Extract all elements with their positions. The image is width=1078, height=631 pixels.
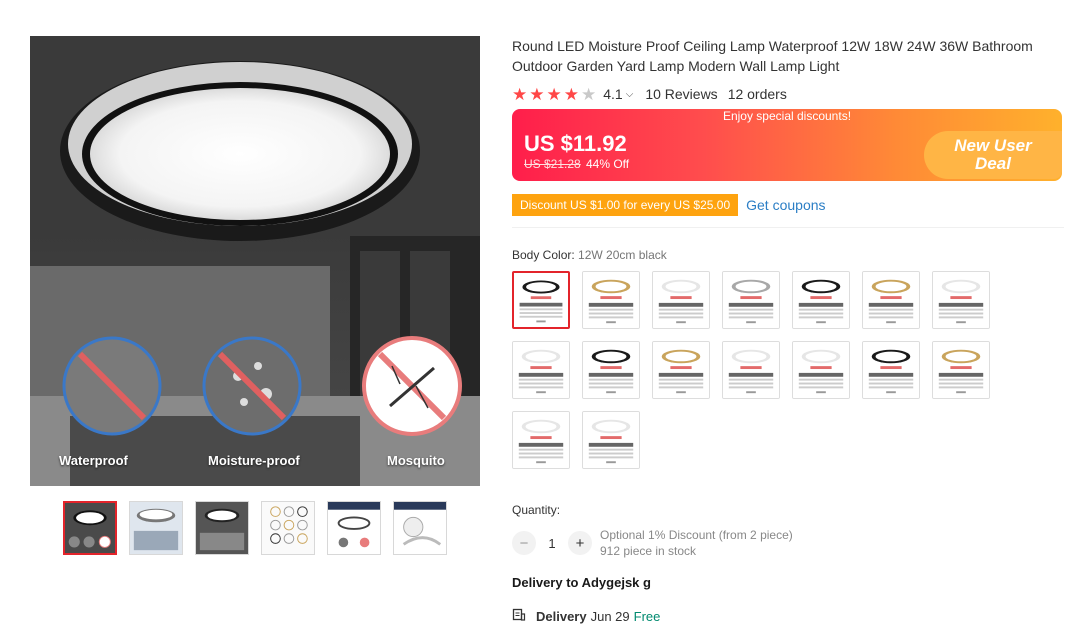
original-price: US $21.28 <box>524 157 581 171</box>
price-banner: Enjoy special discounts! US $11.92 US $2… <box>512 109 1062 181</box>
thumbnail-4[interactable] <box>261 501 315 555</box>
color-swatch[interactable] <box>512 271 570 329</box>
thumbnail-6[interactable] <box>393 501 447 555</box>
color-swatch[interactable] <box>512 341 570 399</box>
delivery-date: Jun 29 <box>590 609 630 624</box>
quantity-stepper: − 1 + Optional 1% Discount (from 2 piece… <box>512 527 1064 559</box>
color-swatch[interactable] <box>792 341 850 399</box>
color-swatch[interactable] <box>582 411 640 469</box>
thumbnail-2[interactable] <box>129 501 183 555</box>
color-swatch[interactable] <box>862 271 920 329</box>
coupon-row: Discount US $1.00 for every US $25.00 Ge… <box>512 193 1064 217</box>
color-label-text: Body Color: <box>512 248 575 262</box>
product-info-panel: Round LED Moisture Proof Ceiling Lamp Wa… <box>512 36 1064 625</box>
delivery-cost: Free <box>633 609 661 624</box>
quantity-info: Optional 1% Discount (from 2 piece) 912 … <box>600 527 793 559</box>
waterproof-badge <box>62 336 162 436</box>
special-discount-text: Enjoy special discounts! <box>722 109 852 123</box>
quantity-input[interactable]: 1 <box>536 536 568 551</box>
product-photo <box>30 36 480 486</box>
star-icon: ★ <box>563 84 579 104</box>
selected-color: 12W 20cm black <box>578 248 667 262</box>
color-swatches <box>512 271 1012 469</box>
star-rating: ★ ★ ★ ★ ★ <box>512 86 596 103</box>
color-swatch[interactable] <box>932 341 990 399</box>
coupon-tag: Discount US $1.00 for every US $25.00 <box>512 194 739 216</box>
deal-line-1: New User <box>954 136 1032 155</box>
quantity-increase-button[interactable]: + <box>568 531 592 555</box>
get-coupons-link[interactable]: Get coupons <box>746 197 825 213</box>
product-title: Round LED Moisture Proof Ceiling Lamp Wa… <box>512 38 1033 74</box>
truck-icon <box>512 608 526 625</box>
rating-row: ★ ★ ★ ★ ★ 4.1 ⌵ 10 Reviews 12 orders <box>512 83 1064 105</box>
star-empty-icon: ★ <box>581 84 597 104</box>
thumbnail-3[interactable] <box>195 501 249 555</box>
color-swatch[interactable] <box>652 271 710 329</box>
star-icon: ★ <box>529 84 545 104</box>
deal-line-2: Deal <box>975 154 1011 173</box>
discount-percent: 44% Off <box>586 157 630 171</box>
orders-count: 12 orders <box>727 86 787 102</box>
quantity-label: Quantity: <box>512 503 561 517</box>
color-swatch[interactable] <box>652 341 710 399</box>
color-swatch[interactable] <box>512 411 570 469</box>
color-swatch[interactable] <box>722 271 780 329</box>
color-swatch[interactable] <box>862 341 920 399</box>
thumbnail-1[interactable] <box>63 501 117 555</box>
new-user-deal-badge[interactable]: New User Deal <box>924 131 1062 179</box>
color-swatch[interactable] <box>792 271 850 329</box>
quantity-discount-note: Optional 1% Discount (from 2 piece) <box>600 528 793 542</box>
star-icon: ★ <box>512 84 528 104</box>
reviews-link[interactable]: 10 Reviews <box>645 86 717 102</box>
color-label: Body Color: 12W 20cm black <box>512 248 1064 262</box>
moisture-proof-badge <box>202 336 302 436</box>
chevron-down-icon[interactable]: ⌵ <box>626 89 634 100</box>
mosquito-badge <box>362 336 462 436</box>
delivery-destination[interactable]: Delivery to Adygejsk g <box>512 575 1064 590</box>
stock-count: 912 piece in stock <box>600 544 697 558</box>
feature-label-moisture-proof: Moisture-proof <box>208 453 300 468</box>
thumbnail-5[interactable] <box>327 501 381 555</box>
feature-label-mosquito: Mosquito <box>387 453 445 468</box>
quantity-decrease-button[interactable]: − <box>512 531 536 555</box>
current-price: US $11.92 <box>524 131 627 156</box>
color-swatch[interactable] <box>582 271 640 329</box>
thumbnail-strip <box>63 501 447 555</box>
color-swatch[interactable] <box>722 341 780 399</box>
star-icon: ★ <box>546 84 562 104</box>
main-product-image[interactable]: Waterproof Moisture-proof Mosquito <box>30 36 480 486</box>
rating-value[interactable]: 4.1 <box>603 86 622 102</box>
delivery-row: Delivery Jun 29 Free <box>512 608 1064 625</box>
color-swatch[interactable] <box>582 341 640 399</box>
color-swatch[interactable] <box>932 271 990 329</box>
feature-label-waterproof: Waterproof <box>59 453 128 468</box>
delivery-title: Delivery <box>536 609 587 624</box>
divider <box>512 227 1064 228</box>
